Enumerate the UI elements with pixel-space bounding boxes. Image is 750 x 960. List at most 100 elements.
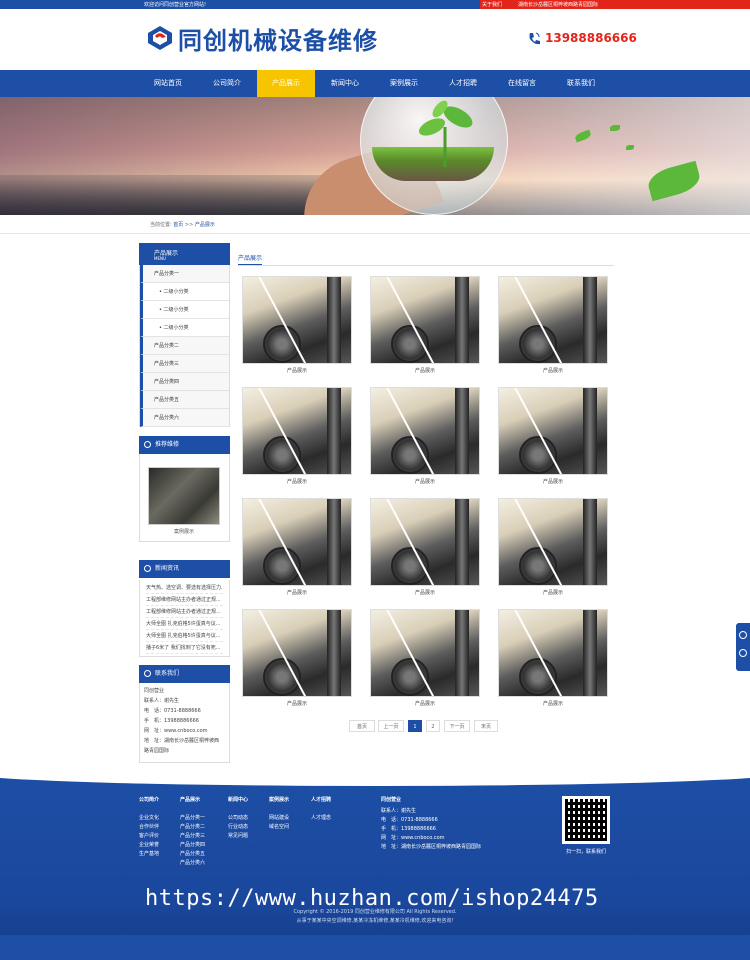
footer-link[interactable]: 客户评价 xyxy=(139,832,159,841)
product-card[interactable]: 产品展示 xyxy=(498,498,608,598)
nav-jobs[interactable]: 人才招聘 xyxy=(434,70,492,97)
news-item[interactable]: 工程部维修网站主办者通过正规... xyxy=(146,606,223,618)
product-caption[interactable]: 产品展示 xyxy=(498,589,608,596)
product-image[interactable] xyxy=(498,498,608,586)
category-item[interactable]: 产品分类三 xyxy=(140,355,229,373)
breadcrumb-home[interactable]: 首页 xyxy=(173,222,183,228)
product-caption[interactable]: 产品展示 xyxy=(242,589,352,596)
footer-link[interactable]: 产品分类六 xyxy=(180,859,205,868)
nav-news[interactable]: 新闻中心 xyxy=(316,70,374,97)
product-caption[interactable]: 产品展示 xyxy=(370,700,480,707)
footer-link[interactable]: 常见问题 xyxy=(228,832,248,841)
banner-ground xyxy=(0,175,330,215)
logo-icon[interactable] xyxy=(146,24,174,52)
pager-page-1[interactable]: 1 xyxy=(408,720,422,732)
product-card[interactable]: 产品展示 xyxy=(242,276,352,376)
product-image[interactable] xyxy=(242,498,352,586)
about-link[interactable]: 关于我们 xyxy=(482,1,502,8)
product-image[interactable] xyxy=(498,609,608,697)
product-card[interactable]: 产品展示 xyxy=(242,387,352,487)
pager-last[interactable]: 末页 xyxy=(474,720,498,732)
footer-column-title[interactable]: 公司简介 xyxy=(139,796,159,805)
recommend-caption[interactable]: 案例展示 xyxy=(148,528,220,535)
product-card[interactable]: 产品展示 xyxy=(370,609,480,709)
product-caption[interactable]: 产品展示 xyxy=(498,478,608,485)
nav-message[interactable]: 在线留言 xyxy=(493,70,551,97)
phone-icon[interactable] xyxy=(739,631,747,639)
product-card[interactable]: 产品展示 xyxy=(498,387,608,487)
nav-products[interactable]: 产品展示 xyxy=(257,70,315,97)
footer-column: 案例展示网站建设 域名空间 xyxy=(269,796,289,832)
product-caption[interactable]: 产品展示 xyxy=(498,367,608,374)
product-image[interactable] xyxy=(370,387,480,475)
news-item[interactable]: 大师全图 扎克伯格5许蛋真与议... xyxy=(146,630,223,642)
category-item[interactable]: 产品分类五 xyxy=(140,391,229,409)
category-item[interactable]: 产品分类二 xyxy=(140,337,229,355)
product-caption[interactable]: 产品展示 xyxy=(370,589,480,596)
footer-link[interactable]: 产品分类三 xyxy=(180,832,205,841)
site-title[interactable]: 同创机械设备维修 xyxy=(178,21,378,56)
footer-contact-line: 联系人：谢先生 xyxy=(381,808,417,814)
footer-link[interactable]: 产品分类四 xyxy=(180,841,205,850)
product-card[interactable]: 产品展示 xyxy=(498,276,608,376)
product-caption[interactable]: 产品展示 xyxy=(370,478,480,485)
news-item[interactable]: 工程部维修网站主办者通过正规... xyxy=(146,594,223,606)
footer-link[interactable]: 企业文化 xyxy=(139,814,159,823)
footer-link[interactable]: 行业动态 xyxy=(228,823,248,832)
footer-link[interactable]: 产品分类二 xyxy=(180,823,205,832)
footer-link[interactable]: 产品分类五 xyxy=(180,850,205,859)
product-card[interactable]: 产品展示 xyxy=(242,498,352,598)
product-image[interactable] xyxy=(498,276,608,364)
footer-link[interactable]: 合作伙伴 xyxy=(139,823,159,832)
footer-link[interactable]: 域名空间 xyxy=(269,823,289,832)
product-caption[interactable]: 产品展示 xyxy=(370,367,480,374)
product-image[interactable] xyxy=(370,276,480,364)
breadcrumb-current[interactable]: 产品展示 xyxy=(195,222,215,228)
product-image[interactable] xyxy=(242,609,352,697)
subcategory-item[interactable]: • 二级小分类 xyxy=(140,319,229,337)
recommend-image[interactable] xyxy=(148,467,220,525)
product-image[interactable] xyxy=(498,387,608,475)
footer-column-title[interactable]: 新闻中心 xyxy=(228,796,248,805)
subcategory-item[interactable]: • 二级小分类 xyxy=(140,301,229,319)
nav-home[interactable]: 网站首页 xyxy=(139,70,197,97)
pager-page-2[interactable]: 2 xyxy=(426,720,440,732)
product-image[interactable] xyxy=(242,387,352,475)
product-card[interactable]: 产品展示 xyxy=(370,387,480,487)
product-card[interactable]: 产品展示 xyxy=(370,276,480,376)
nav-cases[interactable]: 案例展示 xyxy=(375,70,433,97)
footer-link[interactable]: 网站建设 xyxy=(269,814,289,823)
footer-link[interactable]: 生产基地 xyxy=(139,850,159,859)
news-item[interactable]: 播子6米了 我们找到了它没有死... xyxy=(146,642,223,654)
nav-about[interactable]: 公司简介 xyxy=(198,70,256,97)
category-item[interactable]: 产品分类六 xyxy=(140,409,229,427)
footer-column-title[interactable]: 案例展示 xyxy=(269,796,289,805)
pager-prev[interactable]: 上一页 xyxy=(378,720,404,732)
category-item[interactable]: 产品分类一 xyxy=(140,265,229,283)
product-caption[interactable]: 产品展示 xyxy=(242,478,352,485)
product-image[interactable] xyxy=(242,276,352,364)
footer-link[interactable]: 产品分类一 xyxy=(180,814,205,823)
product-card[interactable]: 产品展示 xyxy=(370,498,480,598)
subcategory-item[interactable]: • 二级小分类 xyxy=(140,283,229,301)
footer-link[interactable]: 公司动态 xyxy=(228,814,248,823)
product-image[interactable] xyxy=(370,609,480,697)
product-card[interactable]: 产品展示 xyxy=(242,609,352,709)
product-caption[interactable]: 产品展示 xyxy=(242,367,352,374)
footer-link[interactable]: 企业荣誉 xyxy=(139,841,159,850)
product-card[interactable]: 产品展示 xyxy=(498,609,608,709)
pager-first[interactable]: 首页 xyxy=(349,720,375,732)
footer-column-title[interactable]: 人才招聘 xyxy=(311,796,331,805)
footer-link[interactable]: 人才理念 xyxy=(311,814,331,823)
news-item[interactable]: 大师全图 扎克伯格5许蛋真与议... xyxy=(146,618,223,630)
product-caption[interactable]: 产品展示 xyxy=(242,700,352,707)
contact-line: 手 机：13988886666 xyxy=(144,718,199,724)
news-item[interactable]: 天气热、选空调、要选有选择压力... xyxy=(146,582,223,594)
nav-contact[interactable]: 联系我们 xyxy=(552,70,610,97)
chat-icon[interactable] xyxy=(739,649,747,657)
category-item[interactable]: 产品分类四 xyxy=(140,373,229,391)
product-image[interactable] xyxy=(370,498,480,586)
product-caption[interactable]: 产品展示 xyxy=(498,700,608,707)
footer-column-title[interactable]: 产品展示 xyxy=(180,796,205,805)
pager-next[interactable]: 下一页 xyxy=(444,720,470,732)
